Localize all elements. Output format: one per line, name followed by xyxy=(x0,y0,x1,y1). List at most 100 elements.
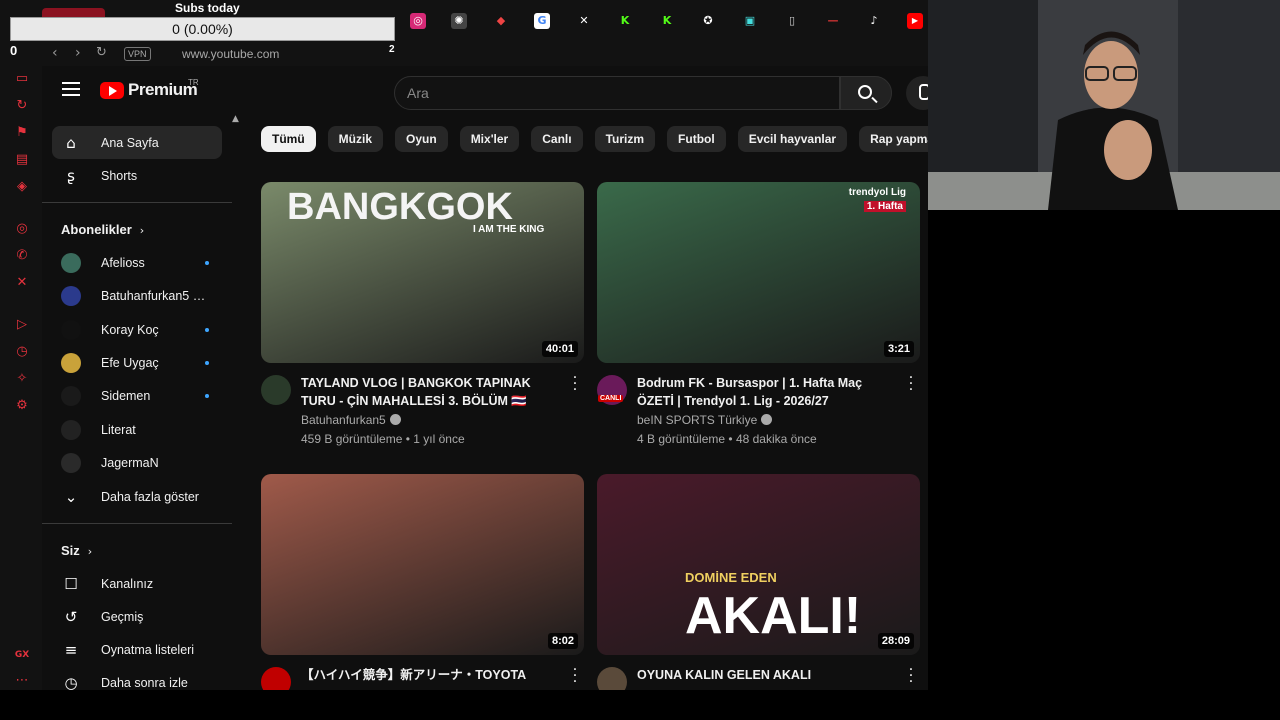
video-card[interactable]: 8:02 【ハイハイ競争】新アリーナ・TOYOTA · · · xyxy=(261,474,584,690)
video-thumbnail[interactable]: trendyol Lig 1. Hafta 3:21 xyxy=(597,182,920,363)
home-icon: ⌂ xyxy=(66,133,76,152)
sidebar-item-subscription[interactable]: Afelioss xyxy=(52,246,222,279)
more-actions-icon[interactable]: · · · xyxy=(572,663,578,689)
video-title[interactable]: 【ハイハイ競争】新アリーナ・TOYOTA xyxy=(301,666,563,684)
tiktok-tab-icon[interactable]: ♪ xyxy=(866,13,882,29)
chip-filter[interactable]: Tümü xyxy=(261,126,316,152)
sidebar-item-subscription[interactable]: Sidemen xyxy=(52,379,222,412)
chevron-right-icon: › xyxy=(87,545,93,558)
search-button[interactable] xyxy=(840,76,892,110)
video-thumbnail[interactable]: AKALI! DOMİNE EDEN 28:09 xyxy=(597,474,920,655)
more-actions-icon[interactable]: · · · xyxy=(908,663,914,689)
video-title[interactable]: Bodrum FK - Bursaspor | 1. Hafta Maç ÖZE… xyxy=(637,374,899,410)
gx-corner-icon[interactable]: ⚑ xyxy=(13,124,31,142)
address-bar: ‹ › ↻ VPN www.youtube.com xyxy=(42,42,928,66)
clock-icon[interactable]: ◷ xyxy=(13,343,31,361)
hamburger-menu-icon[interactable] xyxy=(62,82,80,96)
subscriptions-header[interactable]: Abonelikler › xyxy=(61,222,144,237)
video-card[interactable]: BANGKGOK I AM THE KING 40:01 TAYLAND VLOG |… xyxy=(261,182,584,446)
flow-icon[interactable]: ↻ xyxy=(13,97,31,115)
channel-name-text: beIN SPORTS Türkiye xyxy=(637,413,758,427)
sidebar-item-label: Kanalınız xyxy=(101,576,154,591)
youtube-premium-logo[interactable]: Premium TR xyxy=(100,78,199,100)
channel-avatar[interactable] xyxy=(261,375,291,405)
instagram-tab-icon[interactable]: ◎ xyxy=(410,13,426,29)
player-icon[interactable]: ▭ xyxy=(13,70,31,88)
sidebar-item-watch-later[interactable]: ◷ Daha sonra izle xyxy=(52,666,222,691)
sidebar-item-subscription[interactable]: Efe Uygaç xyxy=(52,346,222,379)
reload-icon[interactable]: ↻ xyxy=(96,45,107,60)
sidebar-item-label: JagermaN xyxy=(101,455,159,470)
minus-tab-icon[interactable]: — xyxy=(825,13,841,29)
video-details: CANLI Bodrum FK - Bursaspor | 1. Hafta Ma… xyxy=(597,371,920,446)
chip-filter[interactable]: Rap yapma xyxy=(859,126,928,152)
chip-filter[interactable]: Evcil hayvanlar xyxy=(737,126,848,152)
video-thumbnail[interactable]: 8:02 xyxy=(261,474,584,655)
separator: • xyxy=(402,432,414,446)
new-content-dot xyxy=(205,260,209,265)
x-icon[interactable]: ✕ xyxy=(13,274,31,292)
sidebar-item-home[interactable]: ⌂ Ana Sayfa xyxy=(52,126,222,159)
voice-search-icon[interactable] xyxy=(906,76,928,110)
openai-tab-icon[interactable]: ✺ xyxy=(451,13,467,29)
chip-filter[interactable]: Canlı xyxy=(531,126,583,152)
back-icon[interactable]: ‹ xyxy=(52,45,58,61)
more-icon[interactable]: ⋯ xyxy=(13,672,31,690)
sidebar-item-label: Geçmiş xyxy=(101,609,144,624)
channel-avatar[interactable] xyxy=(597,667,627,690)
settings-icon[interactable]: ⚙ xyxy=(13,397,31,415)
channel-avatar[interactable]: CANLI xyxy=(597,375,627,405)
video-thumbnail[interactable]: BANGKGOK I AM THE KING 40:01 xyxy=(261,182,584,363)
video-card[interactable]: AKALI! DOMİNE EDEN 28:09 OYUNA KALIN GELEN … xyxy=(597,474,920,690)
google-tab-icon[interactable]: G xyxy=(534,13,550,29)
webcam-feed xyxy=(928,0,1280,210)
sidebar-item-your-channel[interactable]: ☐ Kanalınız xyxy=(52,567,222,600)
vpn-badge[interactable]: VPN xyxy=(124,47,151,61)
channel-name[interactable]: Batuhanfurkan5 xyxy=(301,413,401,427)
scroll-up-icon[interactable]: ▲ xyxy=(232,114,239,124)
sidebar-item-subscription[interactable]: Literat xyxy=(52,413,222,446)
url-field[interactable]: www.youtube.com xyxy=(182,47,279,61)
twitch-icon[interactable]: ▤ xyxy=(13,151,31,169)
sidebar-item-subscription[interactable]: Batuhanfurkan5 Cli... xyxy=(52,279,222,312)
x-tab-icon[interactable]: ✕ xyxy=(576,13,592,29)
sidebar-item-history[interactable]: ↺ Geçmiş xyxy=(52,600,222,633)
chip-filter[interactable]: Müzik xyxy=(327,126,384,152)
video-details: TAYLAND VLOG | BANGKOK TAPINAK TURU - Çİ… xyxy=(261,371,584,446)
more-actions-icon[interactable]: · · · xyxy=(572,371,578,397)
video-details: OYUNA KALIN GELEN AKALI · · · xyxy=(597,663,920,690)
extensions-icon[interactable]: ✧ xyxy=(13,370,31,388)
chevron-down-icon: ⌄ xyxy=(64,487,78,506)
youtube-tab-icon[interactable]: ▶ xyxy=(907,13,923,29)
image-tab-icon[interactable]: ▣ xyxy=(742,13,758,29)
video-title[interactable]: TAYLAND VLOG | BANGKOK TAPINAK TURU - Çİ… xyxy=(301,374,563,410)
video-card[interactable]: trendyol Lig 1. Hafta 3:21 CANLI Bodrum FK -… xyxy=(597,182,920,446)
channel-name[interactable]: beIN SPORTS Türkiye xyxy=(637,413,773,427)
whatsapp-icon[interactable]: ✆ xyxy=(13,247,31,265)
channel-avatar[interactable] xyxy=(261,667,291,690)
chip-filter[interactable]: Mix'ler xyxy=(459,126,520,152)
chip-filter[interactable]: Oyun xyxy=(395,126,448,152)
red-tab-icon[interactable]: ◆ xyxy=(493,13,509,29)
forward-icon[interactable]: › xyxy=(75,45,81,61)
video-title[interactable]: OYUNA KALIN GELEN AKALI xyxy=(637,666,899,684)
ball-tab-icon[interactable]: ✪ xyxy=(700,13,716,29)
doc-tab-icon[interactable]: ▯ xyxy=(784,13,800,29)
chip-filter[interactable]: Futbol xyxy=(667,126,726,152)
messenger-icon[interactable]: ◈ xyxy=(13,178,31,196)
sidebar-item-label: Efe Uygaç xyxy=(101,355,159,370)
more-actions-icon[interactable]: · · · xyxy=(908,371,914,397)
sidebar-item-shorts[interactable]: ʂ Shorts xyxy=(52,159,222,192)
you-header[interactable]: Siz › xyxy=(61,543,92,558)
play-icon[interactable]: ▷ xyxy=(13,316,31,334)
show-more-button[interactable]: ⌄ Daha fazla göster xyxy=(52,480,222,513)
sidebar-item-subscription[interactable]: JagermaN xyxy=(52,446,222,479)
sidebar-item-playlists[interactable]: ≡ Oynatma listeleri xyxy=(52,633,222,666)
chip-filter[interactable]: Turizm xyxy=(594,126,656,152)
search-input[interactable]: Ara xyxy=(394,76,840,110)
kick-tab-icon[interactable]: K xyxy=(617,13,633,29)
sidebar-item-subscription[interactable]: Koray Koç xyxy=(52,313,222,346)
kick-tab-icon-2[interactable]: K xyxy=(659,13,675,29)
instagram-icon[interactable]: ◎ xyxy=(13,220,31,238)
search-icon xyxy=(858,85,872,99)
